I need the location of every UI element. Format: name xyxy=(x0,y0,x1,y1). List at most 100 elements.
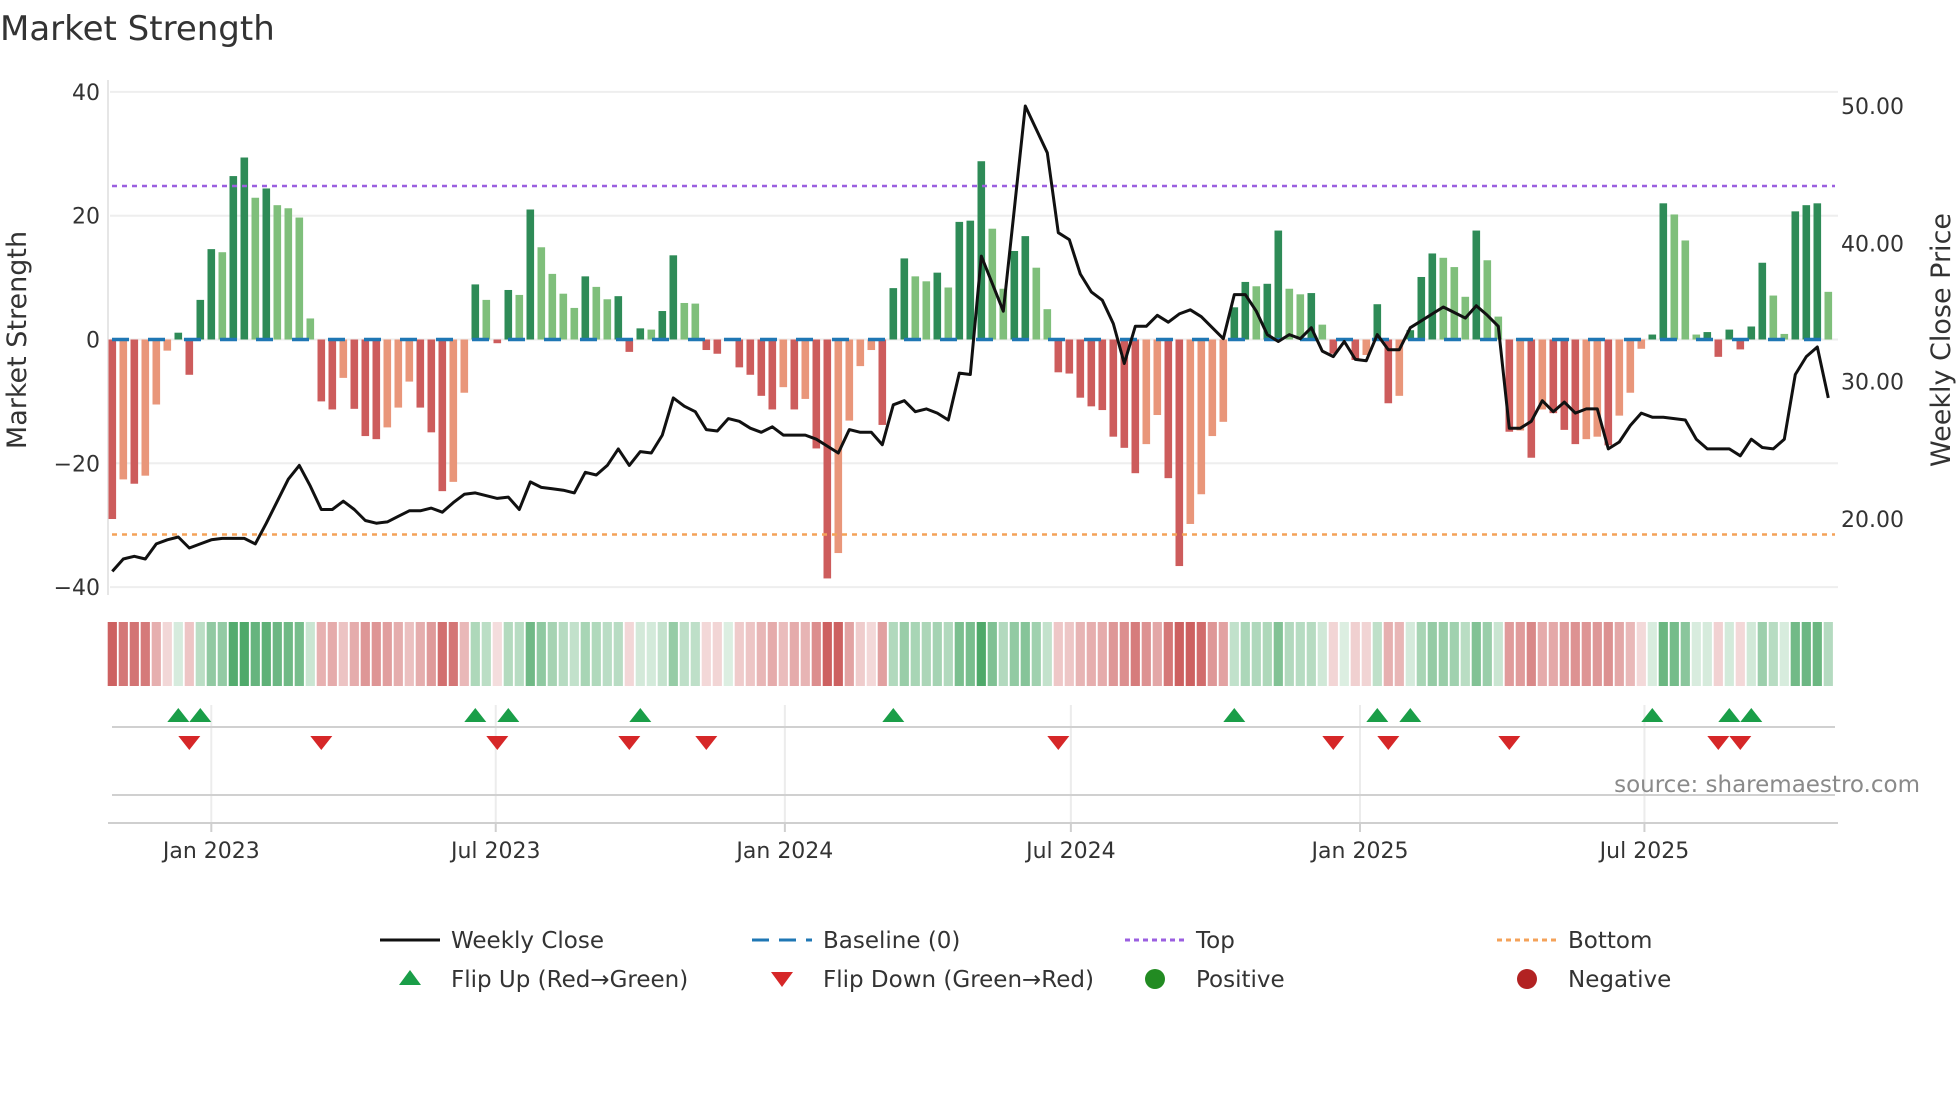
triangle-up-icon xyxy=(399,970,421,985)
negative-bar xyxy=(328,339,337,410)
positive-bar xyxy=(504,289,513,340)
heat-cell xyxy=(1163,622,1173,686)
heat-cell xyxy=(1174,622,1184,686)
y-tick-label: −20 xyxy=(54,452,100,477)
flip-down-icon xyxy=(1498,736,1521,750)
positive-bar xyxy=(636,328,645,340)
heat-cell xyxy=(1669,622,1679,686)
legend-item: Positive xyxy=(1145,967,1285,993)
heat-cell xyxy=(459,622,469,686)
heat-cell xyxy=(1064,622,1074,686)
heat-cell xyxy=(107,622,117,686)
positive-bar xyxy=(614,296,623,340)
x-tick-label: Jul 2023 xyxy=(449,839,541,864)
heat-cell xyxy=(580,622,590,686)
negative-bar xyxy=(350,339,359,409)
heat-cell xyxy=(195,622,205,686)
negative-bar xyxy=(1054,339,1063,373)
heat-cell xyxy=(140,622,150,686)
heat-cell xyxy=(250,622,260,686)
negative-bar xyxy=(1186,339,1195,524)
heat-cell xyxy=(129,622,139,686)
positive-bar xyxy=(1043,309,1052,340)
heat-cell xyxy=(701,622,711,686)
heat-cell xyxy=(569,622,579,686)
heat-cell xyxy=(1361,622,1371,686)
positive-bar xyxy=(944,287,953,340)
x-tick-label: Jan 2025 xyxy=(1310,839,1409,864)
negative-bar xyxy=(845,339,854,421)
flip-up-icon xyxy=(629,708,652,722)
positive-bar xyxy=(537,247,546,340)
heat-cell xyxy=(1405,622,1415,686)
heat-cell xyxy=(239,622,249,686)
heat-cell xyxy=(932,622,942,686)
heat-cell xyxy=(525,622,535,686)
negative-bar xyxy=(119,339,128,480)
negative-bar xyxy=(1549,339,1558,414)
legend-item: Top xyxy=(1125,928,1235,954)
heat-cell xyxy=(371,622,381,686)
left-y-ticks: 40 20 0 −20 −40 xyxy=(54,81,100,601)
negative-bar xyxy=(1131,339,1140,474)
positive-bar xyxy=(229,176,238,340)
positive-bar xyxy=(966,220,975,340)
negative-bar xyxy=(1571,339,1580,445)
heat-cell xyxy=(1471,622,1481,686)
positive-bar xyxy=(526,209,535,340)
negative-bar xyxy=(625,339,634,352)
heat-cell xyxy=(1702,622,1712,686)
legend-label: Positive xyxy=(1196,967,1285,993)
heat-cell xyxy=(877,622,887,686)
negative-bar xyxy=(790,339,799,410)
positive-bar xyxy=(295,217,304,340)
heat-cell xyxy=(1449,622,1459,686)
positive-bar xyxy=(1296,294,1305,340)
positive-bar xyxy=(680,302,689,340)
positive-bar xyxy=(933,272,942,340)
negative-bar xyxy=(1076,339,1085,398)
positive-bar xyxy=(218,252,227,340)
heat-cell xyxy=(635,622,645,686)
heat-cell xyxy=(382,622,392,686)
legend-label: Bottom xyxy=(1568,928,1652,954)
positive-bar xyxy=(570,307,579,340)
negative-bar xyxy=(405,339,414,382)
negative-bar xyxy=(1175,339,1184,567)
positive-bar xyxy=(471,284,480,340)
negative-bar xyxy=(460,339,469,393)
heat-cell xyxy=(1625,622,1635,686)
heat-cell xyxy=(789,622,799,686)
heat-cell xyxy=(866,622,876,686)
heat-cell xyxy=(855,622,865,686)
heat-cell xyxy=(283,622,293,686)
heat-cell xyxy=(481,622,491,686)
heat-cell xyxy=(1372,622,1382,686)
positive-bar xyxy=(1230,307,1239,340)
positive-bar xyxy=(1010,250,1019,340)
negative-dot-icon xyxy=(1517,969,1537,989)
heat-cell xyxy=(173,622,183,686)
heat-cell xyxy=(1438,622,1448,686)
positive-bar xyxy=(889,288,898,340)
heat-cell xyxy=(151,622,161,686)
negative-bar xyxy=(878,339,887,425)
positive-bar xyxy=(592,286,601,340)
heat-cell xyxy=(1042,622,1052,686)
positive-bar xyxy=(515,294,524,340)
y-tick-label: 0 xyxy=(86,329,100,354)
negative-bar xyxy=(1560,339,1569,430)
legend-item: Flip Up (Red→Green) xyxy=(399,967,688,993)
negative-bar xyxy=(1087,339,1096,407)
heat-cell xyxy=(943,622,953,686)
negative-bar xyxy=(361,339,370,437)
negative-bar xyxy=(141,339,150,476)
heat-cell xyxy=(415,622,425,686)
x-tick-label: Jan 2024 xyxy=(734,839,833,864)
heat-cell xyxy=(734,622,744,686)
flip-down-icon xyxy=(310,736,333,750)
heat-cell xyxy=(811,622,821,686)
legend-label: Top xyxy=(1195,928,1235,954)
heat-cell xyxy=(360,622,370,686)
heat-cell xyxy=(1460,622,1470,686)
